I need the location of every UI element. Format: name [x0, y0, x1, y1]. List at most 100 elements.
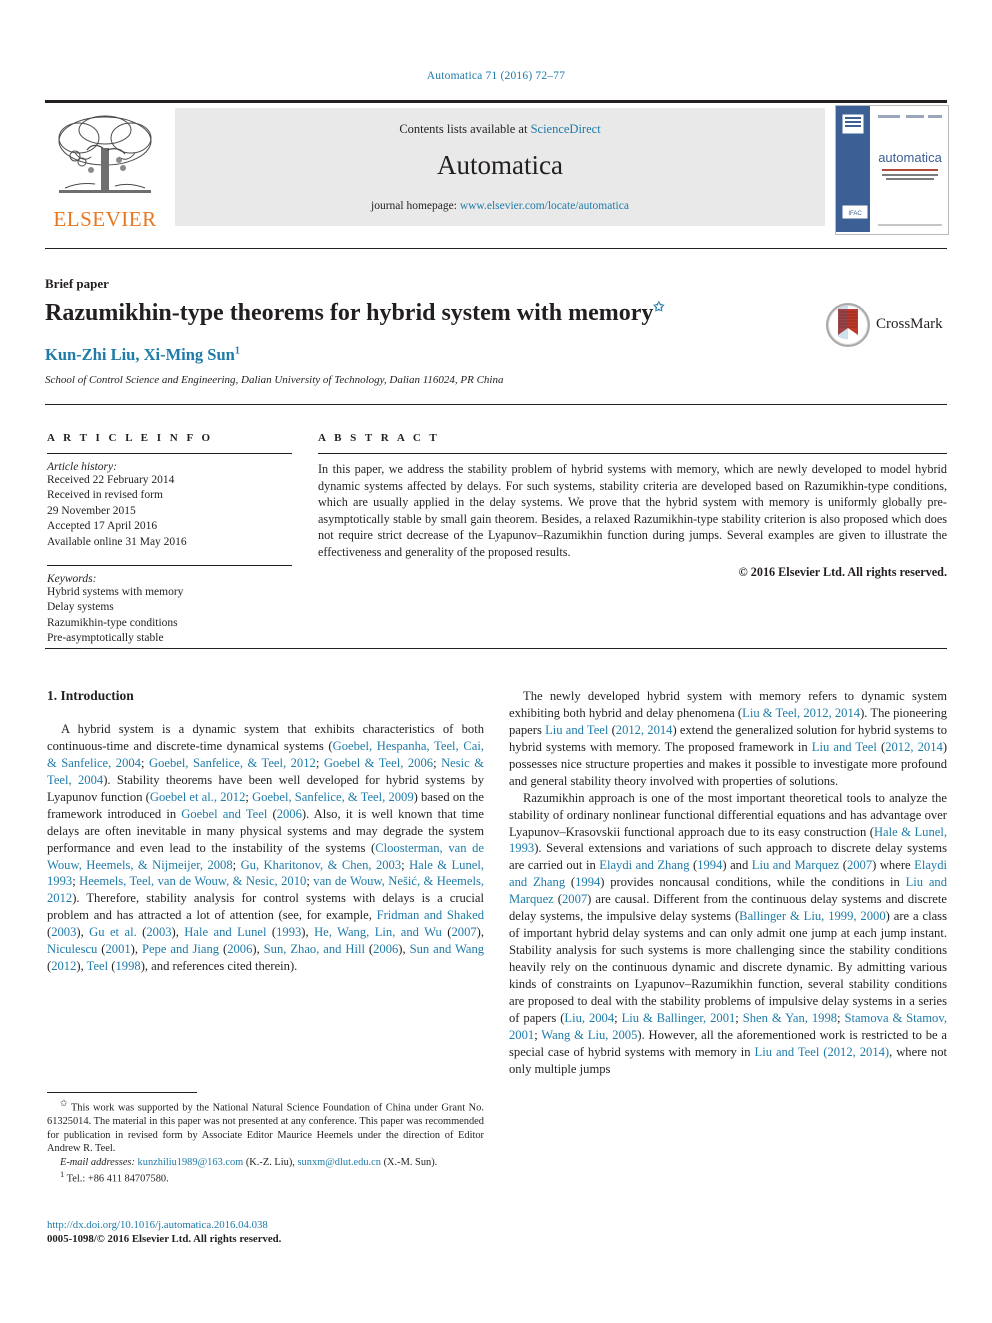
email-owner-liu: (K.-Z. Liu), [245, 1156, 295, 1168]
issn-copyright: 0005-1098/© 2016 Elsevier Ltd. All right… [47, 1233, 282, 1245]
section-heading-introduction: 1. Introduction [47, 688, 134, 703]
citation-link[interactable]: He, Wang, Lin, and Wu [314, 925, 442, 939]
history-line: Received 22 February 2014 [47, 474, 175, 486]
body-column-left: 1. Introduction A hybrid system is a dyn… [47, 688, 484, 975]
paragraph-text: ), [301, 925, 315, 940]
citation-link[interactable]: Liu & Ballinger, 2001 [622, 1011, 736, 1025]
citation-link[interactable]: 2012, 2014 [885, 740, 943, 754]
paragraph-text: ( [136, 925, 147, 940]
keyword-item: Delay systems [47, 601, 114, 614]
citation-link[interactable]: 2006 [373, 942, 398, 956]
citation-link[interactable]: 1994 [575, 875, 600, 889]
contents-prefix: Contents lists available at [399, 122, 531, 136]
elsevier-logo: ELSEVIER [45, 108, 165, 234]
page-title-text: Razumikhin-type theorems for hybrid syst… [45, 300, 654, 326]
doi-link[interactable]: http://dx.doi.org/10.1016/j.automatica.2… [47, 1219, 484, 1231]
citation-link[interactable]: Goebel, Sanfelice, & Teel, 2012 [149, 756, 316, 770]
citation-link[interactable]: Liu & Teel, 2012, 2014 [742, 706, 860, 720]
citation-link[interactable]: 1993 [276, 925, 301, 939]
citation-link[interactable]: Wang & Liu, 2005 [541, 1028, 637, 1042]
citation-link[interactable]: Goebel & Teel, 2006 [324, 756, 433, 770]
journal-homepage-line: journal homepage: www.elsevier.com/locat… [175, 200, 825, 212]
paragraph-text: ( [608, 722, 616, 737]
journal-title: Automatica [437, 150, 563, 180]
email-address-sun[interactable]: sunxm@dlut.edu.cn [298, 1157, 381, 1168]
citation-link[interactable]: 2012 [51, 959, 76, 973]
citation-link[interactable]: 2001 [105, 942, 130, 956]
citation-link[interactable]: 2007 [847, 858, 872, 872]
sciencedirect-link[interactable]: ScienceDirect [531, 122, 601, 136]
citation-link[interactable]: Sun, Zhao, and Hill [264, 942, 365, 956]
article-type-label: Brief paper [45, 276, 109, 291]
citation-link[interactable]: Liu and Teel [545, 723, 608, 737]
citation-link[interactable]: Shen & Yan, 1998 [743, 1011, 837, 1025]
homepage-prefix: journal homepage: [371, 200, 460, 212]
citation-link[interactable]: Liu and Teel [812, 740, 877, 754]
author-list: Kun-Zhi Liu, Xi-Ming Sun1 [45, 345, 805, 365]
paragraph-text: ( [876, 739, 886, 754]
citation-link[interactable]: Goebel, Sanfelice, & Teel, 2009 [252, 790, 414, 804]
title-footnote-marker[interactable]: ✩ [653, 299, 664, 314]
journal-homepage-link[interactable]: www.elsevier.com/locate/automatica [460, 200, 629, 212]
info-top-rule [45, 404, 947, 405]
crossmark-label: CrossMark [876, 316, 943, 332]
email-address-liu[interactable]: kunzhiliu1989@163.com [138, 1157, 244, 1168]
citation-link[interactable]: Gu et al. [89, 925, 137, 939]
paragraph-text: ; [401, 857, 410, 872]
paragraph: The newly developed hybrid system with m… [509, 688, 947, 790]
citation-link[interactable]: Heemels, Teel, van de Wouw, & Nesic, 201… [79, 874, 306, 888]
paragraph-text: ; [140, 755, 149, 770]
email-label: E-mail addresses: [60, 1156, 135, 1168]
author-names[interactable]: Kun-Zhi Liu, Xi-Ming Sun [45, 345, 235, 364]
citation-link[interactable]: Hale and Lunel [184, 925, 266, 939]
footnote-tel-text: Tel.: +86 411 84707580. [66, 1173, 169, 1185]
citation-link[interactable]: Liu and Teel (2012, 2014) [755, 1045, 890, 1059]
citation-link[interactable]: 1994 [697, 858, 722, 872]
citation-link[interactable]: 2006 [227, 942, 252, 956]
paragraph-text: ) where [872, 858, 915, 873]
paragraph-text: ; [735, 1010, 743, 1025]
running-head: Automatica 71 (2016) 72–77 [426, 70, 566, 82]
citation-link[interactable]: 2012, 2014 [616, 723, 673, 737]
footnote-rule [47, 1092, 197, 1093]
abstract-rule [318, 453, 947, 454]
keywords-label: Keywords: [47, 573, 97, 586]
citation-link[interactable]: Elaydi and Zhang [599, 858, 689, 872]
citation-link[interactable]: Ballinger & Liu, 1999, 2000 [739, 909, 885, 923]
crossmark-badge[interactable]: CrossMark [826, 303, 948, 351]
citation-link[interactable]: 2003 [51, 925, 76, 939]
citation-link[interactable]: Pepe and Jiang [142, 942, 219, 956]
svg-text:automatica: automatica [878, 150, 942, 165]
article-info-rule [47, 453, 292, 454]
paragraph-text: ( [553, 892, 562, 907]
citation-link[interactable]: Goebel et al., 2012 [150, 790, 246, 804]
citation-link[interactable]: Teel [87, 959, 109, 973]
paragraph-text: ), [76, 959, 87, 974]
paragraph-text: ), [76, 925, 90, 940]
citation-link[interactable]: Gu, Kharitonov, & Chen, 2003 [241, 858, 402, 872]
citation-link[interactable]: Niculescu [47, 942, 97, 956]
paragraph-text: ), [476, 925, 484, 940]
elsevier-tree-icon [58, 115, 152, 193]
citation-link[interactable]: Fridman and Shaked [377, 908, 484, 922]
history-label: Article history: [47, 461, 117, 473]
citation-link[interactable]: 2007 [451, 925, 476, 939]
keyword-item: Razumikhin-type conditions [47, 616, 178, 629]
author-footnote-marker[interactable]: 1 [235, 346, 240, 357]
paragraph-text: ( [219, 942, 228, 957]
title-top-rule [45, 248, 947, 249]
citation-link[interactable]: 2003 [146, 925, 171, 939]
citation-link[interactable]: Goebel and Teel [181, 807, 267, 821]
keyword-item: Pre-asymptotically stable [47, 632, 164, 645]
citation-link[interactable]: Sun and Wang [410, 942, 484, 956]
citation-link[interactable]: 1998 [116, 959, 141, 973]
citation-link[interactable]: Liu and Marquez [752, 858, 839, 872]
article-info-heading: A R T I C L E I N F O [47, 432, 214, 444]
page-title: Razumikhin-type theorems for hybrid syst… [45, 299, 805, 328]
paragraph-text: ( [839, 858, 847, 873]
paragraph-text: ( [266, 925, 277, 940]
paragraph-text: ), [130, 942, 142, 957]
citation-link[interactable]: 2007 [562, 892, 587, 906]
citation-link[interactable]: 2006 [277, 807, 302, 821]
citation-link[interactable]: Liu, 2004 [564, 1011, 614, 1025]
